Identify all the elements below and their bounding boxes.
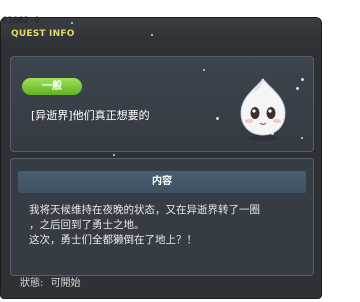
quest-summary-panel: 一般 [异逝界]他们真正想要的 bbox=[10, 56, 314, 152]
description-line: ，之后回到了勇士之地。 bbox=[29, 219, 145, 231]
white-spirit-icon bbox=[240, 78, 286, 141]
quest-name: [异逝界]他们真正想要的 bbox=[31, 109, 150, 122]
description-line: 我将天候维持在夜晚的状态，又在异逝界转了一圈 bbox=[29, 204, 260, 216]
quest-description: 我将天候维持在夜晚的状态，又在异逝界转了一圈 ，之后回到了勇士之地。 这次，勇士… bbox=[29, 203, 309, 248]
status-label: 狀態: bbox=[20, 278, 44, 289]
quest-id-label: 63062-0 bbox=[2, 16, 40, 26]
description-header: 内容 bbox=[18, 171, 306, 193]
quest-category-badge: 一般 bbox=[22, 78, 82, 95]
quest-status: 狀態: 可開始 bbox=[20, 274, 85, 289]
quest-description-panel: 内容 我将天候维持在夜晚的状态，又在异逝界转了一圈 ，之后回到了勇士之地。 这次… bbox=[10, 158, 314, 276]
window-title: QUEST INFO bbox=[11, 29, 75, 39]
description-line: 这次，勇士们全都獭倒在了地上？！ bbox=[29, 234, 197, 246]
status-value: 可開始 bbox=[50, 278, 81, 289]
quest-info-window: QUEST INFO 一般 [异逝界]他们真正想要的 内容 我将天候维持在夜晚的… bbox=[0, 17, 322, 299]
